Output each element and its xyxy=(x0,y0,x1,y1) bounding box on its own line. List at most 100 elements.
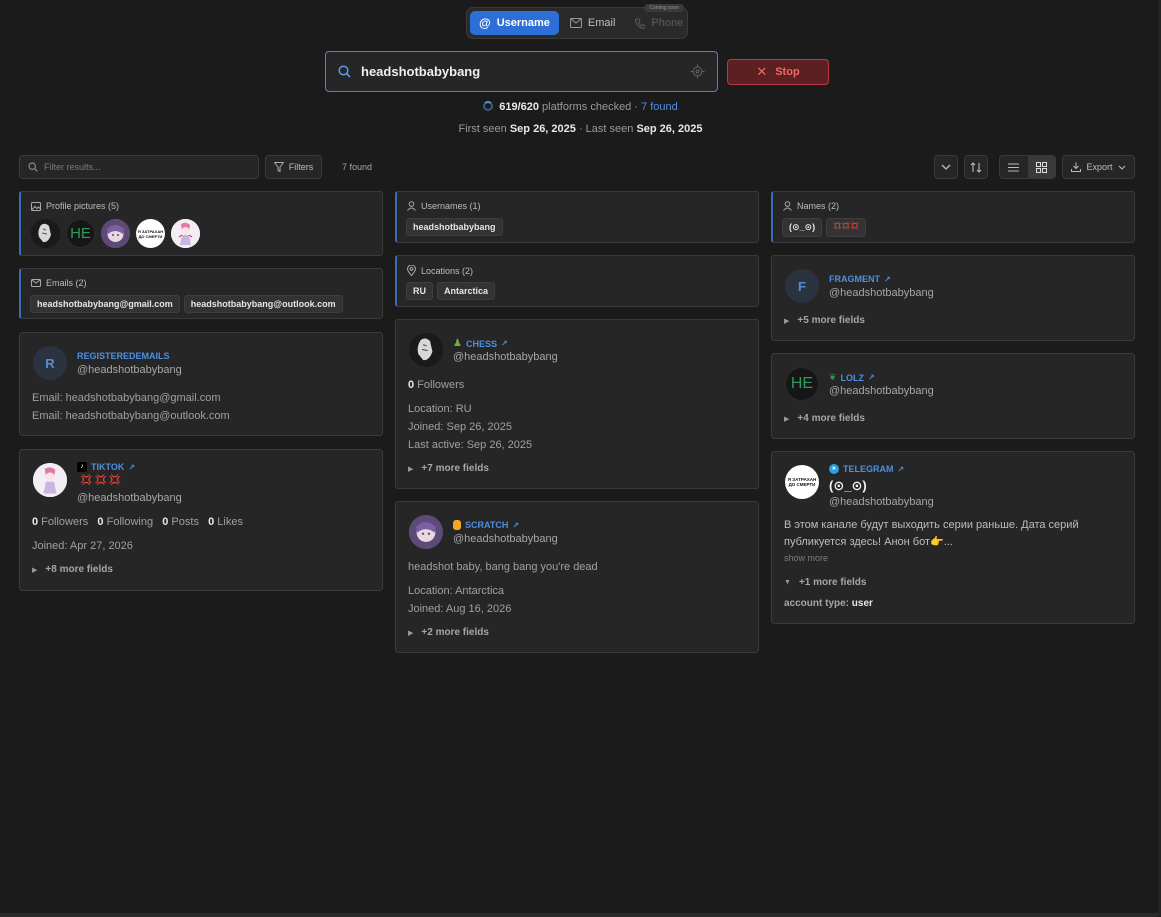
location-field: Location: Antarctica xyxy=(408,585,505,597)
chevron-down-icon xyxy=(941,164,951,170)
triangle-right-icon: ▶ xyxy=(784,317,790,325)
joined-field: Joined: Aug 16, 2026 xyxy=(408,603,512,615)
external-link-icon[interactable]: ↗ xyxy=(501,339,508,348)
seen-dates: First seen Sep 26, 2025 · Last seen Sep … xyxy=(458,123,703,135)
filter-input[interactable] xyxy=(44,162,250,172)
triangle-right-icon: ▶ xyxy=(408,629,414,637)
profile-picture[interactable] xyxy=(171,219,200,248)
lolz-card: HE ❦ LOLZ ↗ @headshotbabybang ▶ +4 more … xyxy=(771,353,1135,439)
handle: @headshotbabybang xyxy=(77,364,182,376)
filter-results-field xyxy=(19,155,259,179)
followers-field: 0 Followers xyxy=(408,379,465,391)
name-chip[interactable]: 💢💢💢 xyxy=(826,218,867,237)
registeredemails-card: R REGISTEREDEMAILS @headshotbabybang Ema… xyxy=(19,332,383,436)
handle: @headshotbabybang xyxy=(77,492,182,504)
platform-link[interactable]: CHESS xyxy=(466,339,497,349)
section-title: Usernames (1) xyxy=(421,201,481,211)
stats-row: 0 Followers 0 Following 0 Posts 0 Likes xyxy=(32,516,243,528)
tab-username[interactable]: @ Username xyxy=(470,11,559,35)
email-chip[interactable]: headshotbabybang@gmail.com xyxy=(30,295,180,313)
profile-picture[interactable] xyxy=(101,219,130,248)
platform-link[interactable]: FRAGMENT xyxy=(829,274,880,284)
chess-card: ♟ CHESS ↗ @headshotbabybang 0 Followers … xyxy=(395,319,759,489)
x-icon: ✕ xyxy=(756,64,768,79)
progress-status: 619/620 platforms checked · 7 found xyxy=(0,101,1161,113)
more-fields-toggle[interactable]: ▶ +2 more fields xyxy=(408,627,489,638)
section-title: Emails (2) xyxy=(46,278,87,288)
section-title: Locations (2) xyxy=(421,265,474,276)
telegram-card: Я ЗАТРАХАН ДО СМЕРТИ ➤ TELEGRAM ↗ (⊙_⊙) … xyxy=(771,451,1135,624)
platform-link[interactable]: LOLZ xyxy=(841,373,865,383)
image-icon xyxy=(31,201,41,211)
location-field: Location: RU xyxy=(408,403,472,415)
external-link-icon[interactable]: ↗ xyxy=(868,373,875,382)
emails-section: Emails (2) headshotbabybang@gmail.com he… xyxy=(19,268,383,319)
bio-line: публикуется здесь! Анон бот👉... xyxy=(784,536,953,548)
user-icon xyxy=(783,201,792,211)
map-pin-icon xyxy=(407,265,416,276)
platform-link[interactable]: REGISTEREDEMAILS xyxy=(77,351,170,361)
avatar: F xyxy=(785,269,819,303)
email-chip[interactable]: headshotbabybang@outlook.com xyxy=(183,295,343,313)
more-fields-toggle[interactable]: ▶ +8 more fields xyxy=(32,564,113,575)
scratch-icon xyxy=(453,520,461,530)
export-button[interactable]: Export xyxy=(1062,155,1135,179)
mail-icon xyxy=(569,18,582,28)
platform-link[interactable]: TIKTOK xyxy=(91,462,124,472)
email-field-value: Email: headshotbabybang@gmail.com xyxy=(32,392,221,404)
account-type-field: account type: user xyxy=(784,598,873,609)
stop-button[interactable]: ✕ Stop xyxy=(727,59,829,85)
grid-view-button[interactable] xyxy=(1027,156,1055,178)
list-view-button[interactable] xyxy=(1000,156,1028,178)
joined-field: Joined: Apr 27, 2026 xyxy=(32,540,133,552)
avatar: R xyxy=(33,346,67,380)
locate-icon[interactable] xyxy=(690,64,705,79)
collapse-button[interactable] xyxy=(934,155,958,179)
mail-icon xyxy=(31,279,41,287)
tab-email[interactable]: Email xyxy=(561,11,625,35)
platform-link[interactable]: TELEGRAM xyxy=(843,464,894,474)
search-input[interactable] xyxy=(361,64,680,79)
search-box xyxy=(325,51,718,92)
profile-picture[interactable]: HE xyxy=(66,219,95,248)
location-chip[interactable]: RU xyxy=(406,282,433,300)
handle: @headshotbabybang xyxy=(453,351,558,363)
filters-button[interactable]: Filters xyxy=(265,155,322,179)
grid-icon xyxy=(1035,161,1047,173)
avatar: HE xyxy=(785,367,819,401)
external-link-icon[interactable]: ↗ xyxy=(898,465,905,474)
more-fields-toggle[interactable]: ▼ +1 more fields xyxy=(784,577,866,588)
handle: @headshotbabybang xyxy=(453,533,558,545)
bottom-bar xyxy=(0,913,1161,917)
platform-link[interactable]: SCRATCH xyxy=(465,520,508,530)
external-link-icon[interactable]: ↗ xyxy=(884,275,891,284)
chevron-down-icon xyxy=(1118,165,1125,170)
section-title: Profile pictures (5) xyxy=(46,201,120,211)
profile-picture[interactable]: Я ЗАТРАХАН ДО СМЕРТИ xyxy=(136,219,165,248)
external-link-icon[interactable]: ↗ xyxy=(128,463,135,472)
username-chip[interactable]: headshotbabybang xyxy=(406,218,503,236)
handle: @headshotbabybang xyxy=(829,385,934,397)
name-chip[interactable]: (⊙_⊙) xyxy=(782,218,823,237)
avatar: Я ЗАТРАХАН ДО СМЕРТИ xyxy=(785,465,819,499)
lolz-leaf-icon: ❦ xyxy=(829,372,837,382)
phone-icon xyxy=(635,18,646,29)
more-fields-toggle[interactable]: ▶ +4 more fields xyxy=(784,413,865,424)
last-active-field: Last active: Sep 26, 2025 xyxy=(408,439,533,451)
profile-pictures-section: Profile pictures (5) HE Я ЗАТРАХАН ДО СМЕ… xyxy=(19,191,383,256)
list-icon xyxy=(1008,162,1020,172)
external-link-icon[interactable]: ↗ xyxy=(512,521,519,530)
tab-phone: Coming soon Phone xyxy=(626,4,692,35)
location-chip[interactable]: Antarctica xyxy=(437,282,496,300)
sort-button[interactable] xyxy=(964,155,988,179)
show-more-link[interactable]: show more xyxy=(784,553,828,563)
names-section: Names (2) (⊙_⊙) 💢💢💢 xyxy=(771,191,1135,243)
filter-icon xyxy=(273,162,284,172)
sort-icon xyxy=(970,161,982,173)
fragment-card: F FRAGMENT ↗ @headshotbabybang ▶ +5 more… xyxy=(771,255,1135,341)
more-fields-toggle[interactable]: ▶ +7 more fields xyxy=(408,463,489,474)
profile-picture[interactable] xyxy=(31,219,60,248)
locations-section: Locations (2) RU Antarctica xyxy=(395,255,759,307)
more-fields-toggle[interactable]: ▶ +5 more fields xyxy=(784,315,865,326)
triangle-right-icon: ▶ xyxy=(32,566,38,574)
